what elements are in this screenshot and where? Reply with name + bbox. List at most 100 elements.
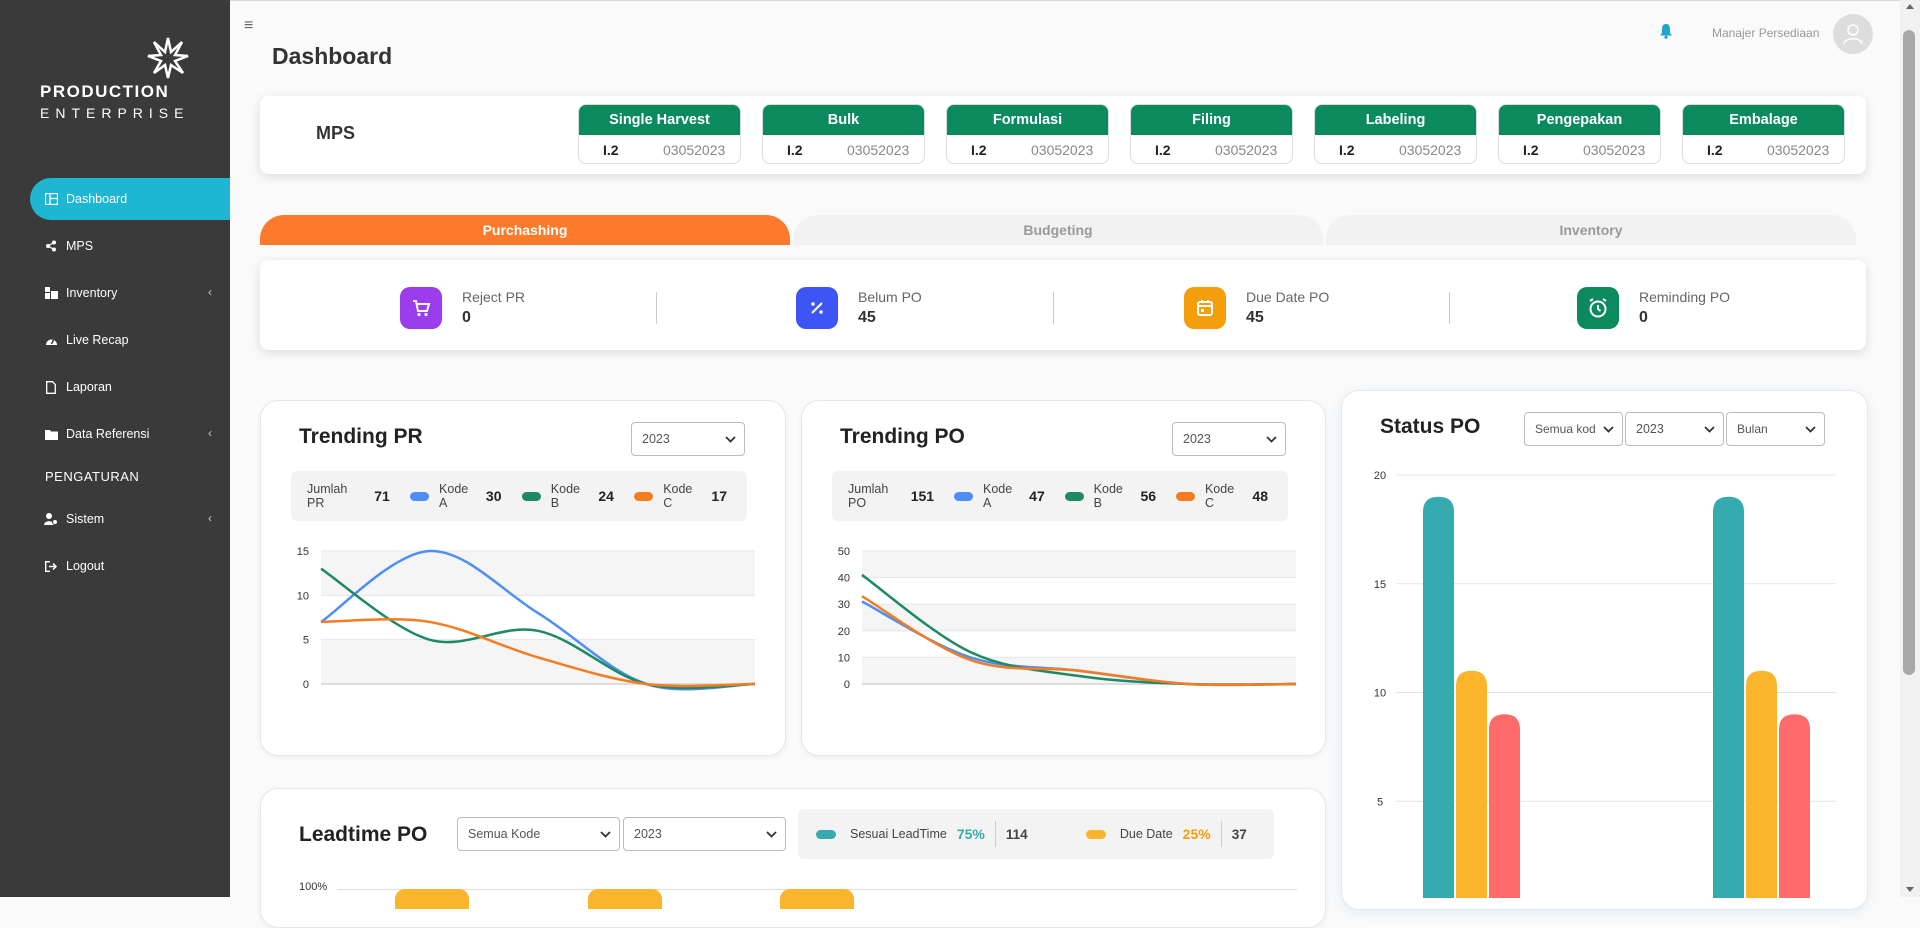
status-bar[interactable] (1713, 496, 1744, 898)
sidebar-item-inventory[interactable]: Inventory ‹ (30, 272, 230, 314)
legend-swatch (409, 491, 430, 501)
status-bar[interactable] (1489, 714, 1520, 898)
status-bar[interactable] (1423, 496, 1454, 898)
stat-divider (1053, 292, 1054, 324)
hamburger-menu-icon[interactable]: ≡ (244, 17, 253, 35)
user-icon (1843, 24, 1863, 45)
file-icon (44, 380, 58, 394)
y-tick-label: 50 (838, 546, 850, 558)
leadtime-bar[interactable] (588, 889, 662, 909)
mps-card: MPS Single Harvest I.2 03052023 Bulk I.2 0305… (260, 96, 1866, 174)
stage-name: Bulk (763, 105, 924, 135)
page-title: Dashboard (272, 43, 393, 69)
legend-percent: 25% (1182, 826, 1211, 842)
stage-code: I.2 (971, 142, 987, 158)
stage-code: I.2 (1523, 142, 1539, 158)
legend-swatch (1176, 491, 1195, 501)
grid-band (321, 551, 755, 596)
year-select[interactable]: 2023 (623, 817, 786, 851)
mps-stage[interactable]: Pengepakan I.2 03052023 (1498, 104, 1661, 164)
y-tick-label: 15 (1374, 579, 1386, 591)
mps-stage[interactable]: Single Harvest I.2 03052023 (578, 104, 741, 164)
mps-stage[interactable]: Embalage I.2 03052023 (1682, 104, 1845, 164)
legend-swatch (1064, 491, 1084, 501)
sidebar-item-logout[interactable]: Logout (30, 545, 230, 587)
folder-icon (44, 427, 58, 441)
sidebar-item-data-referensi[interactable]: Data Referensi ‹ (30, 413, 230, 455)
legend-total-label: Jumlah PR (307, 482, 348, 510)
stage-body: I.2 03052023 (763, 135, 924, 163)
mps-stage[interactable]: Filing I.2 03052023 (1130, 104, 1293, 164)
sidebar-item-mps[interactable]: MPS (30, 225, 230, 267)
tab-inventory[interactable]: Inventory (1326, 215, 1856, 245)
leadtime-bar[interactable] (395, 889, 469, 909)
stage-body: I.2 03052023 (1499, 135, 1660, 163)
year-select[interactable]: 2023 (631, 422, 745, 456)
user-name[interactable]: Manajer Persediaan (1712, 26, 1819, 40)
sidebar-item-laporan[interactable]: Laporan (30, 366, 230, 408)
mps-stage[interactable]: Bulk I.2 03052023 (762, 104, 925, 164)
gauge-icon (44, 333, 58, 347)
y-tick-label: 10 (838, 652, 850, 664)
brand-line2: ENTERPRISE (40, 105, 190, 121)
brand-line1: PRODUCTION (40, 82, 170, 101)
logout-icon (44, 559, 58, 573)
mps-stage[interactable]: Formulasi I.2 03052023 (946, 104, 1109, 164)
stage-body: I.2 03052023 (579, 135, 740, 163)
scroll-down-icon[interactable] (1905, 886, 1915, 894)
stat-belum-po[interactable]: Belum PO 45 (796, 287, 922, 329)
stat-reject-pr[interactable]: Reject PR 0 (400, 287, 525, 329)
scrollbar-thumb[interactable] (1903, 30, 1915, 675)
legend-total-label: Jumlah PO (848, 482, 889, 510)
legend-label: Kode A (439, 482, 469, 510)
stat-value: 0 (462, 309, 471, 326)
avatar[interactable] (1833, 14, 1873, 54)
legend-swatch (521, 491, 541, 501)
inventory-icon (44, 286, 58, 300)
legend-kode-b[interactable]: Kode B 56 (1064, 482, 1156, 510)
select-value: 2023 (1183, 432, 1211, 446)
sidebar-item-live-recap[interactable]: Live Recap (30, 319, 230, 361)
status-po-panel: Status PO Semua kod 2023 Bulan 5 10 15 20 (1341, 390, 1868, 910)
stage-name: Pengepakan (1499, 105, 1660, 135)
sidebar-item-sistem[interactable]: Sistem ‹ (30, 498, 230, 540)
legend-percent: 75% (956, 826, 985, 842)
brand-logo[interactable]: PRODUCTION ENTERPRISE (40, 36, 190, 121)
trending-pr-title: Trending PR (299, 425, 423, 448)
cart-icon (400, 287, 442, 329)
kode-select[interactable]: Semua Kode (457, 817, 620, 851)
legend-kode-b[interactable]: Kode B 24 (521, 482, 614, 510)
legend-swatch (633, 491, 654, 501)
scroll-up-icon[interactable] (1905, 2, 1915, 10)
leadtime-bar[interactable] (780, 889, 854, 909)
sidebar-item-dashboard[interactable]: Dashboard (30, 178, 230, 220)
stat-value: 45 (1246, 309, 1264, 326)
legend-kode-a[interactable]: Kode A 47 (954, 482, 1045, 510)
stage-body: I.2 03052023 (947, 135, 1108, 163)
sidebar-item-label: Live Recap (66, 333, 129, 347)
stat-due-date-po[interactable]: Due Date PO 45 (1184, 287, 1329, 329)
legend-kode-a[interactable]: Kode A 30 (409, 482, 502, 510)
stat-label: Reject PR (462, 289, 526, 305)
trending-pr-panel: Trending PR 2023 Jumlah PR 71 Kode A 30 Ko… (260, 400, 786, 756)
stage-date: 03052023 (1583, 142, 1646, 158)
legend-kode-c[interactable]: Kode C 17 (633, 482, 727, 510)
alarm-icon (1577, 287, 1619, 329)
page-scrollbar[interactable] (1900, 0, 1920, 897)
status-bar[interactable] (1779, 714, 1810, 898)
status-bar[interactable] (1746, 670, 1777, 898)
stage-date: 03052023 (1215, 142, 1278, 158)
tab-budgeting[interactable]: Budgeting (793, 215, 1323, 245)
mps-stage[interactable]: Labeling I.2 03052023 (1314, 104, 1477, 164)
y-tick-label: 5 (303, 635, 309, 647)
legend-kode-c[interactable]: Kode C 48 (1176, 482, 1268, 510)
sidebar-item-label: Sistem (66, 512, 105, 526)
status-bar[interactable] (1456, 670, 1487, 898)
tab-purchashing[interactable]: Purchashing (260, 215, 790, 245)
stage-date: 03052023 (1399, 142, 1462, 158)
stat-value: 0 (1639, 309, 1648, 326)
stat-reminding-po[interactable]: Reminding PO 0 (1577, 287, 1730, 329)
bell-icon[interactable] (1659, 23, 1673, 39)
legend-total: Jumlah PR 71 (307, 482, 390, 510)
year-select[interactable]: 2023 (1172, 422, 1286, 456)
